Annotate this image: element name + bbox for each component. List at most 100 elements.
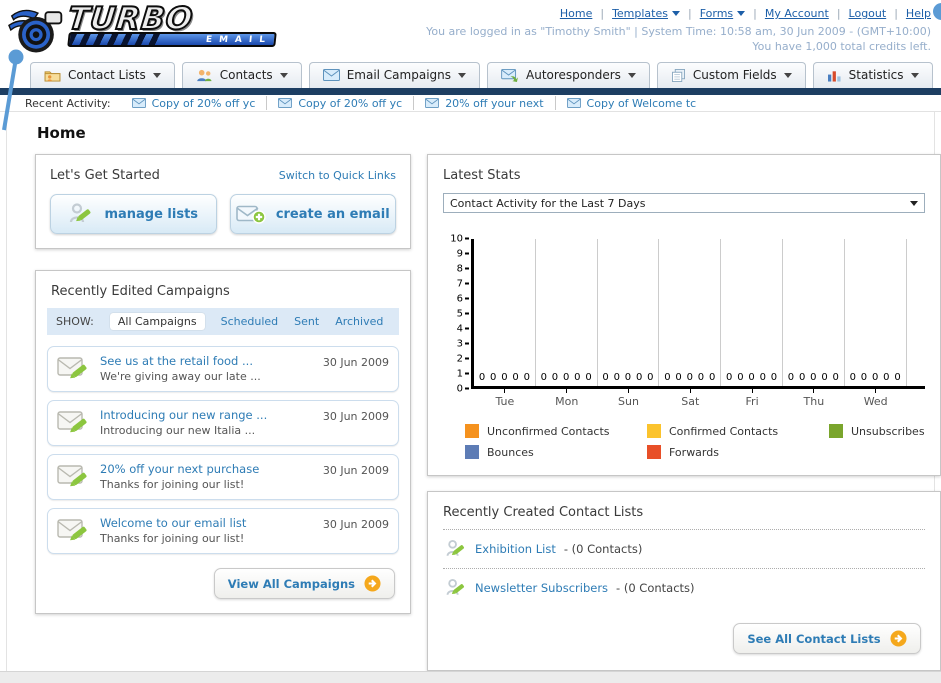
campaign-title-link[interactable]: See us at the retail food ... (100, 354, 314, 369)
tab-email-campaigns[interactable]: Email Campaigns (308, 62, 480, 88)
bar-value-label: 0 (871, 372, 879, 384)
tab-autoresponders[interactable]: Autoresponders (487, 62, 650, 88)
contacts-people-icon (196, 69, 212, 81)
tab-contacts[interactable]: Contacts (181, 62, 302, 88)
recent-activity-item[interactable]: Copy of 20% off yc (121, 96, 268, 111)
latest-stats-panel: Latest Stats Contact Activity for the La… (427, 154, 941, 477)
bar-value-label: 0 (585, 372, 592, 384)
campaign-row: See us at the retail food ... We're givi… (47, 346, 399, 393)
envelope-icon (566, 98, 581, 109)
tab-custom-fields[interactable]: Custom Fields (656, 62, 806, 88)
y-axis-tick-label: 10 (450, 234, 469, 245)
envelope-pencil-icon (57, 357, 87, 379)
right-column: Latest Stats Contact Activity for the La… (427, 154, 941, 672)
create-email-button[interactable]: create an email (229, 194, 396, 235)
chevron-down-icon (910, 72, 919, 78)
person-pencil-icon (446, 540, 464, 557)
chart-plot-wrap: 00000000000000000000000000000000000 (471, 239, 925, 390)
campaign-title-link[interactable]: 20% off your next purchase (100, 462, 314, 477)
nav-link-forms[interactable]: Forms (700, 7, 746, 20)
contact-list-row: Exhibition List - (0 Contacts) (443, 529, 925, 568)
main-content: Home Let's Get Started Switch to Quick L… (6, 112, 941, 672)
bar-value-label: 0 (770, 372, 778, 384)
bar-value-label: 0 (883, 372, 890, 384)
nav-link-my-account[interactable]: My Account (765, 7, 829, 20)
envelope-icon (425, 98, 440, 109)
legend-item: Confirmed Contacts (647, 424, 829, 439)
bar-value-label: 0 (737, 372, 744, 384)
nav-link-home[interactable]: Home (560, 7, 592, 20)
filter-archived[interactable]: Archived (335, 315, 383, 328)
stats-period-select[interactable]: Contact Activity for the Last 7 Days (443, 193, 925, 214)
bar-value-label: 0 (748, 372, 755, 384)
nav-link-help[interactable]: Help (906, 7, 931, 20)
contact-list-count: - (0 Contacts) (616, 581, 695, 596)
contact-list-link[interactable]: Exhibition List (475, 542, 556, 556)
contact-lists-title: Recently Created Contact Lists (443, 505, 644, 521)
y-axis-tick-label: 2 (457, 354, 469, 365)
view-all-campaigns-button[interactable]: View All Campaigns (213, 568, 395, 600)
y-axis-tick-label: 1 (457, 369, 469, 380)
logo-title: TURBO (65, 0, 196, 38)
chevron-down-icon (672, 11, 680, 16)
turbo-email-logo[interactable]: TURBO EMAIL (8, 0, 277, 56)
y-axis-tick-label: 4 (457, 324, 469, 335)
nav-link-templates[interactable]: Templates (612, 7, 680, 20)
x-axis-tick-label: Fri (721, 389, 783, 408)
filter-scheduled[interactable]: Scheduled (221, 315, 279, 328)
legend-item: Unsubscribes (829, 424, 925, 439)
separator: | (894, 7, 898, 20)
recently-edited-campaigns-panel: Recently Edited Campaigns SHOW: All Camp… (35, 270, 411, 615)
legend-swatch (465, 445, 479, 460)
top-nav: Home | Templates | Forms | My Account | Logo… (426, 7, 931, 20)
contact-list-link[interactable]: Newsletter Subscribers (475, 581, 608, 595)
chart-plot-area: 00000000000000000000000000000000000 (471, 239, 925, 390)
filter-all-campaigns[interactable]: All Campaigns (109, 313, 205, 331)
bar-value-label: 0 (697, 372, 705, 384)
manage-lists-button[interactable]: manage lists (50, 194, 217, 235)
y-axis-tick-label: 8 (457, 264, 469, 275)
x-axis-tick-label: Sun (598, 389, 660, 408)
login-info: You are logged in as "Timothy Smith" | S… (426, 24, 931, 54)
x-axis-tick-label: Mon (536, 389, 598, 408)
bar-value-label: 0 (501, 372, 508, 384)
campaign-subtitle: Thanks for joining our list! (100, 478, 245, 492)
person-pencil-icon (446, 579, 464, 596)
envelope-plus-icon (236, 205, 266, 224)
chart-day-group: 00000 (659, 239, 722, 387)
logo-stripes (69, 34, 161, 45)
logo-text-block: TURBO EMAIL (65, 0, 277, 47)
envelope-pencil-icon (57, 411, 87, 433)
campaign-row: Introducing our new range ... Introducin… (47, 400, 399, 447)
legend-swatch (647, 445, 661, 460)
chevron-down-icon (279, 72, 288, 78)
contact-list-row: Newsletter Subscribers - (0 Contacts) (443, 568, 925, 607)
recent-activity-item[interactable]: Copy of 20% off yc (267, 96, 415, 111)
nav-link-logout[interactable]: Logout (849, 7, 887, 20)
campaign-title-link[interactable]: Welcome to our email list (100, 516, 314, 531)
footer-bar (0, 671, 941, 683)
x-axis-tick-label: Sat (659, 389, 721, 408)
chevron-down-icon (737, 11, 746, 16)
credits-text: You have 1,000 total credits left. (752, 40, 931, 53)
bar-value-label: 0 (602, 372, 609, 384)
chevron-down-icon (458, 72, 466, 78)
see-all-contact-lists-button[interactable]: See All Contact Lists (733, 623, 921, 655)
campaign-subtitle: Thanks for joining our list! (100, 532, 245, 546)
campaign-date: 30 Jun 2009 (322, 410, 389, 424)
filter-sent[interactable]: Sent (294, 315, 319, 328)
chart-day-group: 00000 (783, 239, 845, 387)
bar-value-label: 0 (647, 372, 654, 384)
y-axis-tick-label: 5 (457, 309, 469, 320)
autoresponder-envelope-icon (501, 68, 518, 82)
recent-activity-item[interactable]: 20% off your next (414, 96, 556, 111)
page-title: Home (37, 124, 86, 143)
tab-statistics[interactable]: Statistics (812, 62, 933, 88)
campaign-subtitle: Introducing our new Italia ... (100, 424, 256, 438)
switch-quick-links-link[interactable]: Switch to Quick Links (279, 169, 396, 182)
recent-activity-item[interactable]: Copy of Welcome tc (556, 96, 708, 110)
bar-value-label: 0 (821, 372, 828, 384)
bar-value-label: 0 (849, 372, 856, 384)
campaign-title-link[interactable]: Introducing our new range ... (100, 408, 314, 423)
tab-contact-lists[interactable]: Contact Lists (30, 62, 175, 88)
